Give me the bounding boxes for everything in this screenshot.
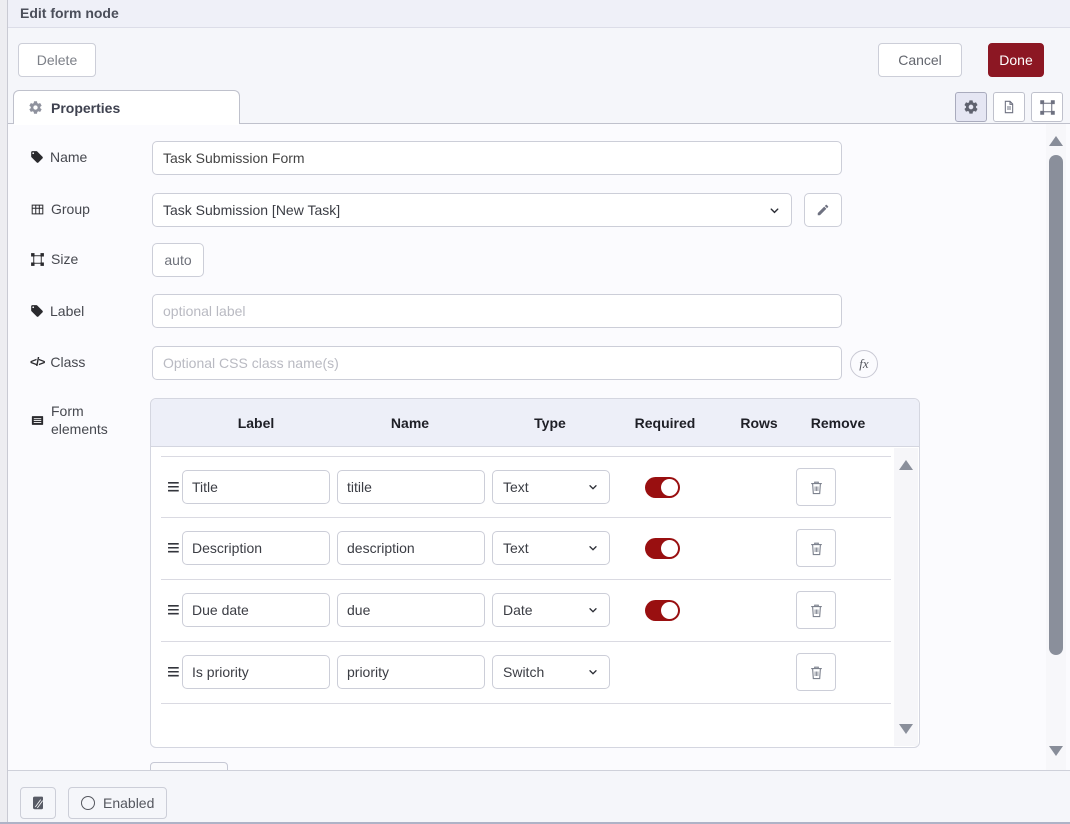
gear-icon bbox=[28, 100, 43, 115]
book-icon bbox=[30, 795, 46, 811]
label-input[interactable] bbox=[152, 294, 842, 328]
edit-form-node-dialog: Edit form node Delete Cancel Done Proper… bbox=[0, 0, 1070, 824]
done-button[interactable]: Done bbox=[988, 43, 1044, 77]
element-name-input[interactable] bbox=[337, 531, 485, 565]
required-toggle[interactable] bbox=[645, 538, 680, 559]
element-name-input[interactable] bbox=[337, 470, 485, 504]
class-field-label: </> Class bbox=[30, 354, 148, 370]
tab-bar: Properties bbox=[8, 90, 1070, 124]
size-field-label: Size bbox=[30, 251, 148, 267]
element-type-select[interactable]: Text bbox=[492, 531, 610, 565]
form-element-row: ≡ Text bbox=[161, 518, 891, 580]
element-label-input[interactable] bbox=[182, 655, 330, 689]
dialog-title: Edit form node bbox=[20, 0, 119, 27]
tab-properties-label: Properties bbox=[51, 100, 120, 116]
resize-icon-button[interactable] bbox=[1031, 92, 1063, 122]
code-icon: </> bbox=[30, 355, 44, 369]
size-button[interactable]: auto bbox=[152, 243, 204, 277]
remove-element-button[interactable] bbox=[796, 591, 836, 629]
required-toggle[interactable] bbox=[645, 477, 680, 498]
grid-icon bbox=[30, 202, 45, 217]
form-elements-table: Label Name Type Required Rows Remove ≡ T… bbox=[150, 398, 920, 748]
dialog-footer: Enabled bbox=[8, 770, 1070, 824]
remove-element-button[interactable] bbox=[796, 529, 836, 567]
circle-icon bbox=[81, 796, 95, 810]
element-type-select[interactable]: Date bbox=[492, 593, 610, 627]
chevron-down-icon bbox=[587, 604, 599, 616]
remove-element-button[interactable] bbox=[796, 653, 836, 691]
trash-icon bbox=[808, 479, 825, 496]
chevron-down-icon bbox=[587, 542, 599, 554]
scrollbar-up-icon[interactable] bbox=[1049, 136, 1063, 146]
column-header-label: Label bbox=[191, 399, 321, 447]
chevron-down-icon bbox=[587, 481, 599, 493]
tag-icon bbox=[30, 304, 44, 318]
node-help-button[interactable] bbox=[20, 787, 56, 819]
trash-icon bbox=[808, 664, 825, 681]
column-header-remove: Remove bbox=[788, 399, 888, 447]
element-type-select[interactable]: Switch bbox=[492, 655, 610, 689]
column-header-name: Name bbox=[345, 399, 475, 447]
form-element-row: ≡ Text bbox=[161, 456, 891, 518]
form-element-row: ≡ Switch bbox=[161, 642, 891, 704]
group-select[interactable]: Task Submission [New Task] bbox=[152, 193, 792, 227]
tab-properties[interactable]: Properties bbox=[13, 90, 240, 124]
chevron-down-icon bbox=[768, 204, 781, 217]
resize-icon bbox=[30, 252, 45, 267]
delete-button[interactable]: Delete bbox=[18, 43, 96, 77]
required-toggle[interactable] bbox=[645, 600, 680, 621]
remove-element-button[interactable] bbox=[796, 468, 836, 506]
form-element-row: ≡ Date bbox=[161, 580, 891, 642]
name-field-label: Name bbox=[30, 149, 148, 165]
group-field-label: Group bbox=[30, 201, 148, 217]
trash-icon bbox=[808, 602, 825, 619]
edit-group-button[interactable] bbox=[804, 193, 842, 227]
label-field-label: Label bbox=[30, 303, 148, 319]
element-label-input[interactable] bbox=[182, 593, 330, 627]
scroll-down-icon[interactable] bbox=[899, 724, 913, 734]
properties-panel: Name Group Task Submission [New Task] bbox=[8, 124, 1070, 770]
class-input[interactable] bbox=[152, 346, 842, 380]
element-name-input[interactable] bbox=[337, 655, 485, 689]
dialog-header: Edit form node bbox=[8, 0, 1070, 28]
resize-icon bbox=[1039, 99, 1056, 116]
scrollbar-down-icon[interactable] bbox=[1049, 746, 1063, 756]
form-elements-label: Form elements bbox=[30, 402, 134, 438]
fx-badge-icon[interactable]: fx bbox=[850, 350, 878, 378]
column-header-required: Required bbox=[605, 399, 725, 447]
column-header-type: Type bbox=[485, 399, 615, 447]
element-label-input[interactable] bbox=[182, 470, 330, 504]
element-type-select[interactable]: Text bbox=[492, 470, 610, 504]
table-scrollbar[interactable] bbox=[894, 448, 918, 746]
scrollbar-thumb[interactable] bbox=[1049, 155, 1063, 655]
properties-icon-button[interactable] bbox=[955, 92, 987, 122]
name-input[interactable] bbox=[152, 141, 842, 175]
enabled-toggle-button[interactable]: Enabled bbox=[68, 787, 167, 819]
chevron-down-icon bbox=[587, 666, 599, 678]
enabled-label: Enabled bbox=[103, 795, 154, 811]
pencil-icon bbox=[816, 203, 830, 217]
workspace-edge bbox=[0, 0, 8, 824]
element-name-input[interactable] bbox=[337, 593, 485, 627]
cancel-button[interactable]: Cancel bbox=[878, 43, 962, 77]
element-label-input[interactable] bbox=[182, 531, 330, 565]
tag-icon bbox=[30, 150, 44, 164]
list-icon bbox=[30, 413, 45, 428]
dialog-toolbar: Delete Cancel Done bbox=[8, 28, 1070, 90]
document-icon bbox=[1001, 99, 1017, 115]
trash-icon bbox=[808, 540, 825, 557]
gear-icon bbox=[963, 99, 979, 115]
panel-scrollbar[interactable] bbox=[1046, 124, 1066, 770]
scroll-up-icon[interactable] bbox=[899, 460, 913, 470]
description-icon-button[interactable] bbox=[993, 92, 1025, 122]
table-body: ≡ Text ≡ Text bbox=[151, 447, 919, 747]
table-header: Label Name Type Required Rows Remove bbox=[151, 399, 919, 447]
